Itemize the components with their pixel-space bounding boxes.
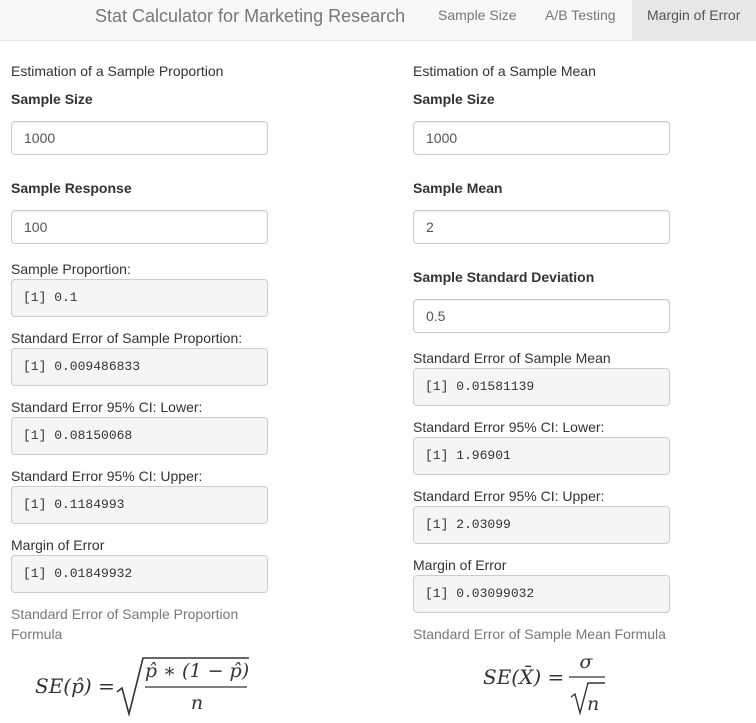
- proportion-formula-title: Standard Error of Sample Proportion Form…: [11, 606, 239, 642]
- formula-numerator: p̂ ∗ (1 − p̂): [144, 660, 250, 682]
- se-mean-label: Standard Error of Sample Mean: [413, 350, 611, 366]
- mean-sample-size-input[interactable]: [413, 121, 670, 155]
- sample-sd-label: Sample Standard Deviation: [413, 269, 595, 285]
- mean-ci-upper-label: Standard Error 95% CI: Upper:: [413, 488, 605, 504]
- formula-lhs: SE(p̂) =: [35, 674, 115, 698]
- se-proportion-output: [1] 0.009486833: [11, 348, 268, 386]
- sample-size-label: Sample Size: [11, 91, 93, 107]
- navbar: Stat Calculator for Marketing Research S…: [0, 0, 756, 41]
- mean-ci-lower-label: Standard Error 95% CI: Lower:: [413, 419, 605, 435]
- tab-ab-testing[interactable]: A/B Testing: [530, 0, 631, 40]
- margin-of-error-output: [1] 0.01849932: [11, 555, 268, 593]
- sample-size-input[interactable]: [11, 121, 268, 155]
- mean-title: Estimation of a Sample Mean: [413, 63, 596, 79]
- sample-response-input[interactable]: [11, 210, 268, 244]
- sample-mean-input[interactable]: [413, 210, 670, 244]
- sample-sd-input[interactable]: [413, 299, 670, 333]
- app-brand[interactable]: Stat Calculator for Marketing Research: [95, 5, 405, 27]
- ci-upper-output: [1] 0.1184993: [11, 486, 268, 524]
- mean-sample-size-label: Sample Size: [413, 91, 495, 107]
- se-mean-output: [1] 0.01581139: [413, 368, 670, 406]
- sample-response-label: Sample Response: [11, 180, 132, 196]
- mean-margin-of-error-output: [1] 0.03099032: [413, 575, 670, 613]
- sample-proportion-output: [1] 0.1: [11, 279, 268, 317]
- ci-lower-output: [1] 0.08150068: [11, 417, 268, 455]
- mean-margin-of-error-label: Margin of Error: [413, 557, 507, 573]
- sample-proportion-label: Sample Proportion:: [11, 261, 131, 277]
- mean-formula-title: Standard Error of Sample Mean Formula: [413, 626, 666, 642]
- mean-ci-upper-output: [1] 2.03099: [413, 506, 670, 544]
- sample-mean-label: Sample Mean: [413, 180, 503, 196]
- mean-formula-denominator: n: [587, 693, 600, 715]
- mean-formula-numerator: σ: [579, 651, 593, 673]
- ci-lower-label: Standard Error 95% CI: Lower:: [11, 399, 203, 415]
- mean-formula-lhs: SE(X̄) =: [483, 665, 565, 689]
- mean-ci-lower-output: [1] 1.96901: [413, 437, 670, 475]
- proportion-formula: SE(p̂) = p̂ ∗ (1 − p̂) n: [11, 654, 311, 723]
- mean-formula: SE(X̄) = σ n: [413, 651, 713, 721]
- formula-denominator: n: [190, 692, 204, 714]
- tab-margin-of-error[interactable]: Margin of Error: [632, 0, 756, 40]
- se-proportion-label: Standard Error of Sample Proportion:: [11, 330, 243, 346]
- margin-of-error-label: Margin of Error: [11, 537, 105, 553]
- ci-upper-label: Standard Error 95% CI: Upper:: [11, 468, 203, 484]
- tab-sample-size[interactable]: Sample Size: [423, 0, 532, 40]
- proportion-title: Estimation of a Sample Proportion: [11, 63, 224, 79]
